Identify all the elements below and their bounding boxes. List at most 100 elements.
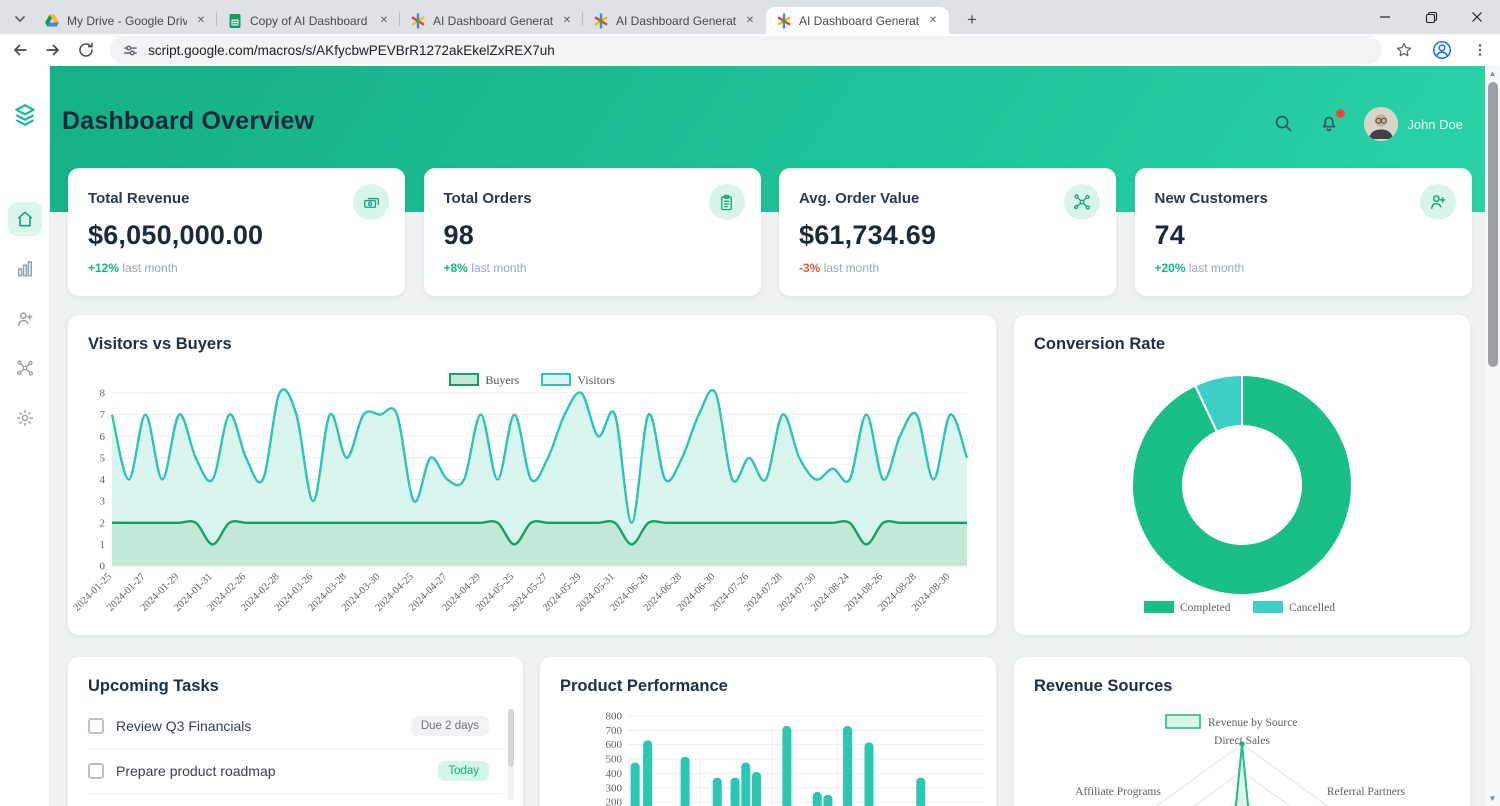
task-badge: Today (438, 761, 489, 781)
task-checkbox[interactable] (88, 763, 104, 779)
network-icon (1064, 184, 1100, 220)
conversion-rate-chart: Completed Cancelled (1131, 373, 1353, 614)
revenue-sources-card: Revenue Sources Revenue by Source Direct … (1014, 657, 1470, 806)
product-performance-card: Product Performance 800 700 600 500 400 300 20… (540, 657, 996, 806)
scroll-down-arrow[interactable]: ▼ (1485, 791, 1500, 806)
site-settings-icon[interactable] (122, 42, 139, 59)
page-title: Dashboard Overview (62, 107, 315, 135)
bookmark-star-icon[interactable] (1390, 36, 1418, 64)
clipboard-icon (708, 184, 745, 220)
revenue-sources-chart: Revenue by Source Direct Sales Affiliate P… (1075, 714, 1406, 806)
browser-tab[interactable]: AI Dashboard Generator ✕ (583, 7, 766, 34)
notifications-bell-icon[interactable] (1318, 109, 1346, 136)
forward-button[interactable] (39, 36, 66, 64)
user-name: John Doe (1407, 116, 1463, 132)
stat-value: 98 (443, 220, 474, 250)
browser-tab[interactable]: My Drive - Google Drive ✕ (34, 7, 217, 34)
stat-label: New Customers (1154, 190, 1268, 207)
tasks-scrollbar (508, 709, 514, 801)
gear-icon (15, 408, 35, 428)
svg-text:Cancelled: Cancelled (1289, 602, 1335, 614)
stat-delta: -3% (799, 261, 821, 275)
new-tab-button[interactable]: + (961, 9, 983, 31)
notification-badge (1336, 109, 1346, 118)
svg-text:5: 5 (100, 452, 106, 464)
sidebar (0, 66, 50, 806)
stat-label: Avg. Order Value (799, 190, 920, 207)
sidebar-item-users[interactable] (8, 302, 42, 336)
svg-text:6: 6 (100, 431, 106, 443)
toolbar-right (1390, 36, 1500, 64)
svg-text:400: 400 (606, 768, 623, 780)
tasks-title: Upcoming Tasks (88, 677, 219, 695)
apps-script-favicon (410, 12, 426, 29)
scroll-up-arrow[interactable]: ▲ (1485, 66, 1500, 81)
tab-close-icon[interactable]: ✕ (376, 13, 392, 29)
browser-window: My Drive - Google Drive ✕ Copy of AI Dashb… (0, 0, 1500, 806)
divider (88, 748, 503, 749)
sidebar-item-analytics[interactable] (8, 252, 42, 286)
task-row: Review Q3 Financials Due 2 days (88, 706, 489, 746)
close-window-button[interactable] (1454, 0, 1500, 34)
stat-delta: +20% (1154, 261, 1186, 275)
url-bar[interactable]: script.google.com/macros/s/AKfycbwPEVBrR… (110, 36, 1382, 64)
task-checkbox[interactable] (88, 718, 104, 734)
stat-card-total-revenue: Total Revenue $6,050,000.00 +12% last mont… (68, 168, 405, 296)
tasks-scrollbar-thumb[interactable] (508, 709, 514, 767)
svg-text:0: 0 (100, 561, 106, 573)
chart-title-product-performance: Product Performance (560, 677, 728, 695)
search-icon[interactable] (1272, 112, 1296, 136)
svg-text:300: 300 (606, 782, 623, 794)
back-button[interactable] (6, 36, 33, 64)
svg-text:7: 7 (100, 409, 106, 421)
drive-favicon (44, 13, 60, 29)
tab-strip: My Drive - Google Drive ✕ Copy of AI Dashb… (0, 0, 1500, 34)
task-label: Prepare product roadmap (116, 763, 276, 779)
logo-layers-icon (12, 102, 38, 128)
svg-text:200: 200 (606, 797, 623, 806)
task-row: Prepare product roadmap Today (88, 751, 489, 791)
sidebar-item-settings[interactable] (8, 401, 42, 435)
divider (88, 793, 503, 794)
page-scrollbar-thumb[interactable] (1487, 82, 1498, 367)
tab-search-chevron-icon[interactable] (10, 9, 30, 29)
product-performance-chart: 800 700 600 500 400 300 200 (606, 711, 985, 806)
sidebar-item-home[interactable] (8, 202, 42, 236)
browser-tab[interactable]: Copy of AI Dashboard Generato ✕ (217, 7, 400, 34)
cash-icon (353, 184, 389, 220)
svg-text:Revenue by Source: Revenue by Source (1208, 717, 1297, 729)
url-text: script.google.com/macros/s/AKfycbwPEVBrR… (148, 42, 555, 58)
browser-tab-active[interactable]: AI Dashboard Generator ✕ (766, 7, 949, 34)
stat-card-total-orders: Total Orders 98 +8% last month (423, 168, 761, 296)
browser-menu-icon[interactable] (1466, 36, 1494, 64)
tab-close-icon[interactable]: ✕ (742, 13, 758, 29)
stat-value: 74 (1154, 220, 1185, 250)
profile-icon[interactable] (1428, 36, 1456, 64)
sidebar-item-integrations[interactable] (8, 351, 42, 385)
tab-close-icon[interactable]: ✕ (559, 13, 575, 29)
browser-tab[interactable]: AI Dashboard Generator - Proje ✕ (400, 7, 583, 34)
stat-label: Total Revenue (88, 190, 190, 207)
reload-button[interactable] (73, 36, 100, 64)
sheets-favicon (227, 13, 243, 29)
bar-chart-icon (15, 259, 35, 279)
page-scrollbar[interactable]: ▲ ▼ (1485, 66, 1500, 806)
home-icon (15, 209, 35, 229)
restore-button[interactable] (1408, 0, 1454, 34)
avatar[interactable] (1364, 107, 1399, 141)
svg-text:800: 800 (606, 711, 623, 723)
visitors-vs-buyers-card: Visitors vs Buyers Buyers Visitors 012345… (68, 315, 996, 635)
user-plus-icon (1419, 184, 1456, 220)
stat-change: +12% last month (88, 261, 178, 275)
svg-text:600: 600 (606, 739, 623, 751)
svg-text:500: 500 (606, 754, 623, 766)
svg-text:700: 700 (606, 725, 623, 737)
tab-close-icon[interactable]: ✕ (925, 13, 941, 29)
tab-close-icon[interactable]: ✕ (193, 13, 209, 29)
upcoming-tasks-card: Upcoming Tasks Review Q3 Financials Due 2… (68, 657, 523, 806)
minimize-button[interactable] (1362, 0, 1408, 34)
tab-title: AI Dashboard Generator (799, 13, 919, 28)
tab-title: My Drive - Google Drive (67, 13, 187, 28)
stat-change: -3% last month (799, 261, 880, 275)
task-label: Review Q3 Financials (116, 718, 252, 734)
